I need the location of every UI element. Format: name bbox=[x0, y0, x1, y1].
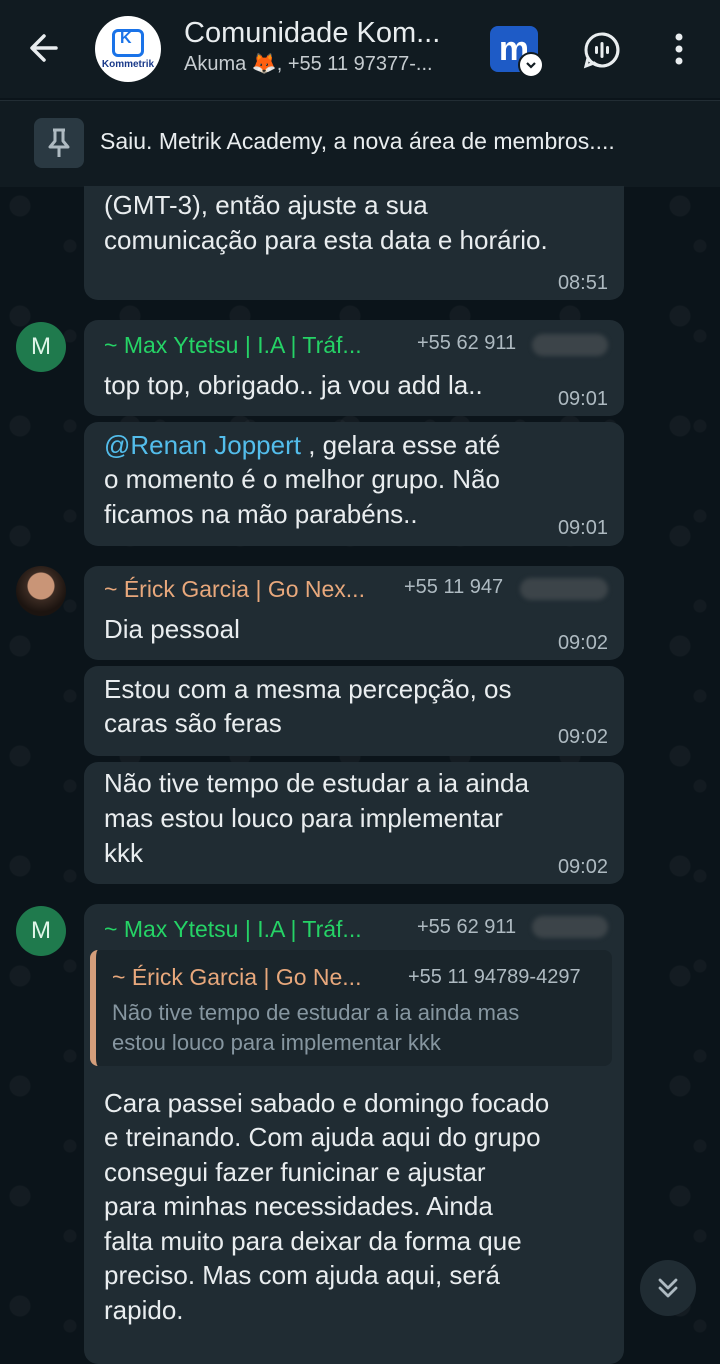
kommetrik-logo-icon bbox=[112, 28, 144, 57]
voice-chat-icon[interactable] bbox=[582, 30, 622, 70]
message-text: consegui fazer funicinar e ajustar bbox=[104, 1157, 486, 1187]
mention-link[interactable]: @Renan Joppert bbox=[104, 430, 301, 460]
quoted-phone: +55 11 94789-4297 bbox=[408, 966, 581, 988]
pin-icon bbox=[34, 118, 84, 168]
message-text: Não tive tempo de estudar a ia ainda bbox=[104, 768, 529, 798]
chat-participants: Akuma 🦊, +55 11 97377-... bbox=[184, 53, 433, 75]
pinned-message-text: Saiu. Metrik Academy, a nova área de mem… bbox=[100, 128, 615, 154]
message-bubble[interactable]: Estou com a mesma percepção, os caras sã… bbox=[84, 666, 624, 756]
avatar[interactable]: M bbox=[16, 906, 66, 956]
group-avatar[interactable]: Kommetrik bbox=[95, 16, 161, 82]
message-time: 08:51 bbox=[557, 272, 608, 294]
message-time: 09:01 bbox=[557, 388, 608, 410]
message-text: mas estou louco para implementar bbox=[104, 803, 503, 833]
message-text: comunicação para esta data e horário. bbox=[104, 225, 548, 255]
message-text: Estou com a mesma percepção, os bbox=[104, 674, 512, 704]
message-text: rapido. bbox=[104, 1295, 184, 1325]
quoted-message[interactable]: ~ Érick Garcia | Go Ne... +55 11 94789-4… bbox=[90, 950, 612, 1066]
message-text: falta muito para deixar da forma que bbox=[104, 1226, 522, 1256]
redaction-mask bbox=[520, 578, 608, 600]
message-bubble[interactable]: ~ Érick Garcia | Go Nex... +55 11 947 Di… bbox=[84, 566, 624, 660]
message-time: 09:02 bbox=[557, 632, 608, 654]
back-arrow-icon[interactable] bbox=[26, 30, 62, 66]
quoted-text: estou louco para implementar kkk bbox=[112, 1030, 441, 1055]
avatar[interactable]: M bbox=[16, 322, 66, 372]
avatar-logo-text: Kommetrik bbox=[101, 58, 155, 70]
message-text: o momento é o melhor grupo. Não bbox=[104, 464, 500, 494]
quoted-text: Não tive tempo de estudar a ia ainda mas bbox=[112, 1000, 520, 1025]
message-text: e treinando. Com ajuda aqui do grupo bbox=[104, 1122, 541, 1152]
sender-name[interactable]: ~ Max Ytetsu | I.A | Tráf... bbox=[104, 916, 362, 943]
message-text: preciso. Mas com ajuda aqui, será bbox=[104, 1260, 500, 1290]
double-chevron-down-icon bbox=[658, 1278, 678, 1298]
message-time: 09:02 bbox=[557, 726, 608, 748]
sender-phone: +55 62 911 bbox=[417, 916, 517, 938]
chevron-down-icon bbox=[518, 52, 544, 78]
redaction-mask bbox=[532, 334, 608, 356]
quoted-sender: ~ Érick Garcia | Go Ne... bbox=[112, 964, 362, 990]
redaction-mask bbox=[532, 916, 608, 938]
app-badge-button[interactable]: m bbox=[490, 26, 544, 78]
message-text: (GMT-3), então ajuste a sua bbox=[104, 190, 428, 220]
sender-name[interactable]: ~ Érick Garcia | Go Nex... bbox=[104, 576, 365, 603]
sender-phone: +55 11 947 bbox=[404, 576, 504, 598]
message-bubble[interactable]: Não tive tempo de estudar a ia ainda mas… bbox=[84, 762, 624, 884]
message-time: 09:01 bbox=[557, 517, 608, 539]
more-options-icon[interactable] bbox=[664, 32, 694, 66]
scroll-to-bottom-button[interactable] bbox=[640, 1260, 696, 1316]
message-bubble[interactable]: (GMT-3), então ajuste a sua comunicação … bbox=[84, 186, 624, 300]
message-bubble[interactable]: @Renan Joppert , gelara esse até o momen… bbox=[84, 422, 624, 546]
message-time: 09:02 bbox=[557, 856, 608, 878]
message-text: Dia pessoal bbox=[104, 614, 240, 644]
message-text: top top, obrigado.. ja vou add la.. bbox=[104, 370, 483, 400]
message-text: para minhas necessidades. Ainda bbox=[104, 1191, 493, 1221]
message-text: ficamos na mão parabéns.. bbox=[104, 499, 418, 529]
sender-phone: +55 62 911 bbox=[417, 332, 517, 354]
chat-title-block[interactable]: Comunidade Kom... Akuma 🦊, +55 11 97377-… bbox=[184, 16, 474, 78]
chat-header: Kommetrik Comunidade Kom... Akuma 🦊, +55… bbox=[0, 0, 720, 98]
message-bubble[interactable]: ~ Max Ytetsu | I.A | Tráf... +55 62 911 … bbox=[84, 320, 624, 416]
message-text: Cara passei sabado e domingo focado bbox=[104, 1088, 550, 1118]
message-text: kkk bbox=[104, 838, 143, 868]
sender-name[interactable]: ~ Max Ytetsu | I.A | Tráf... bbox=[104, 332, 362, 359]
message-text: , gelara esse até bbox=[300, 430, 501, 460]
message-text-line: @Renan Joppert , gelara esse até bbox=[104, 428, 500, 463]
avatar[interactable] bbox=[16, 566, 66, 616]
message-text: caras são feras bbox=[104, 708, 282, 738]
chat-title: Comunidade Kom... bbox=[184, 17, 441, 49]
